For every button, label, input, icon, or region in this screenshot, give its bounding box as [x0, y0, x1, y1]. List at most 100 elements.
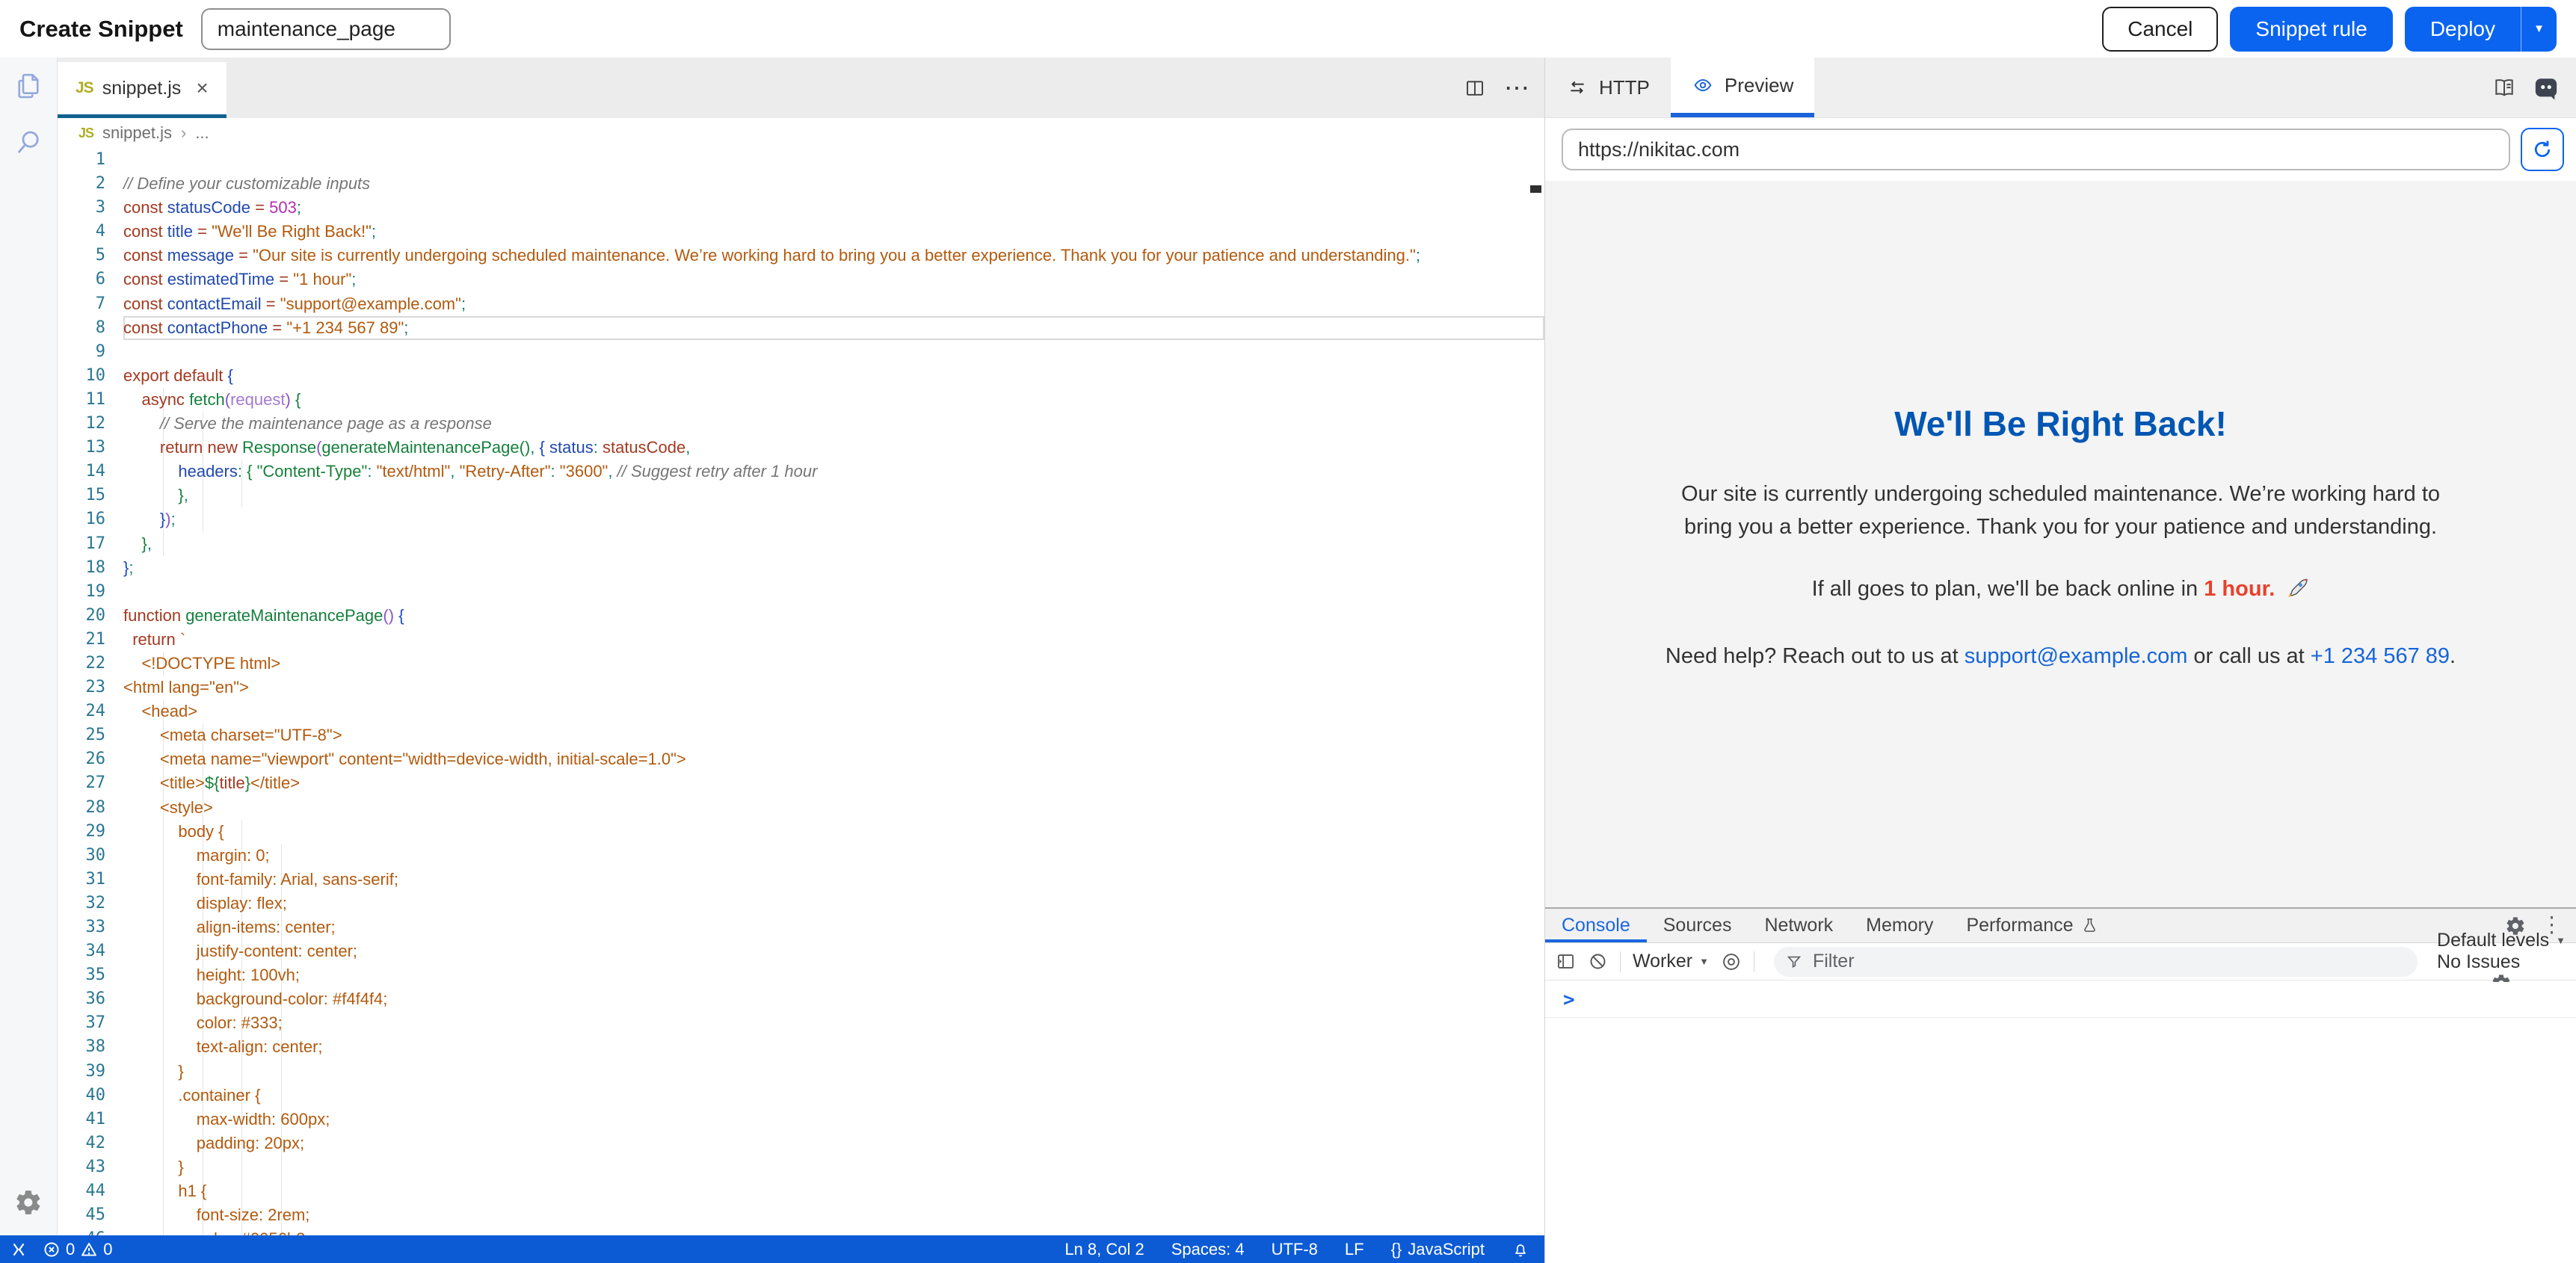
code-line[interactable]: 43 }: [58, 1155, 1544, 1179]
code-line[interactable]: 39 }: [58, 1060, 1544, 1084]
preview-pane: HTTP Preview We'll Be R: [1544, 58, 2576, 1263]
snippet-name-input[interactable]: [201, 8, 451, 50]
support-email-link[interactable]: support@example.com: [1965, 644, 2188, 668]
notifications-bell-icon[interactable]: [1512, 1241, 1529, 1259]
code-line[interactable]: 29 body {: [58, 820, 1544, 844]
code-line[interactable]: 36 background-color: #f4f4f4;: [58, 987, 1544, 1011]
code-line[interactable]: 33 align-items: center;: [58, 915, 1544, 939]
indentation-setting[interactable]: Spaces: 4: [1171, 1240, 1245, 1259]
code-line-content: });: [123, 507, 1544, 531]
code-line[interactable]: 8const contactPhone = "+1 234 567 89";: [58, 316, 1544, 340]
remote-indicator-icon[interactable]: [9, 1240, 28, 1259]
cancel-button[interactable]: Cancel: [2102, 7, 2218, 52]
code-line[interactable]: 1: [58, 148, 1544, 172]
code-line[interactable]: 40 .container {: [58, 1084, 1544, 1108]
code-line[interactable]: 21 return `: [58, 628, 1544, 652]
breadcrumb[interactable]: JS snippet.js › ...: [58, 118, 1544, 148]
docs-book-icon[interactable]: [2492, 76, 2516, 100]
code-line-content: <html lang="en">: [123, 676, 1544, 700]
code-line[interactable]: 12 // Serve the maintenance page as a re…: [58, 412, 1544, 436]
search-icon[interactable]: [0, 114, 57, 171]
language-mode[interactable]: {} JavaScript: [1391, 1240, 1485, 1259]
console-output[interactable]: >: [1545, 982, 2576, 1263]
code-line-content: color: #333;: [123, 1011, 1544, 1035]
code-line[interactable]: 2// Define your customizable inputs: [58, 172, 1544, 196]
code-line-content: h1 {: [123, 1179, 1544, 1203]
code-line[interactable]: 30 margin: 0;: [58, 844, 1544, 868]
code-line[interactable]: 18};: [58, 556, 1544, 580]
eol-setting[interactable]: LF: [1345, 1240, 1364, 1259]
code-line[interactable]: 37 color: #333;: [58, 1011, 1544, 1035]
devtools-tab-network[interactable]: Network: [1748, 909, 1849, 942]
code-editor[interactable]: 12// Define your customizable inputs3con…: [58, 148, 1544, 1235]
code-line[interactable]: 5const message = "Our site is currently …: [58, 244, 1544, 268]
code-line[interactable]: 20function generateMaintenancePage() {: [58, 604, 1544, 628]
issues-counter[interactable]: No Issues: [2437, 951, 2520, 972]
console-filter-input[interactable]: [1811, 950, 2406, 973]
devtools-tab-performance[interactable]: Performance: [1950, 909, 2114, 942]
tab-http[interactable]: HTTP: [1545, 58, 1671, 117]
clear-console-icon[interactable]: [1588, 951, 1608, 972]
code-line[interactable]: 45 font-size: 2rem;: [58, 1203, 1544, 1227]
code-line[interactable]: 16 });: [58, 507, 1544, 531]
code-line-content: .container {: [123, 1084, 1544, 1108]
code-line[interactable]: 35 height: 100vh;: [58, 963, 1544, 987]
cursor-position[interactable]: Ln 8, Col 2: [1064, 1240, 1144, 1259]
code-line[interactable]: 17 },: [58, 532, 1544, 556]
code-line[interactable]: 19: [58, 580, 1544, 604]
more-actions-icon[interactable]: ⋯: [1504, 75, 1529, 101]
phone-link[interactable]: +1 234 567 89: [2311, 644, 2450, 668]
code-line[interactable]: 7const contactEmail = "support@example.c…: [58, 292, 1544, 316]
devtools-tab-sources[interactable]: Sources: [1647, 909, 1748, 942]
code-line[interactable]: 41 max-width: 600px;: [58, 1108, 1544, 1131]
split-editor-icon[interactable]: [1464, 77, 1486, 99]
console-context-dropdown[interactable]: Worker ▼: [1633, 951, 1709, 972]
live-expression-eye-icon[interactable]: [1721, 951, 1742, 972]
deploy-dropdown-button[interactable]: ▼: [2521, 7, 2557, 52]
tab-preview[interactable]: Preview: [1671, 58, 1814, 117]
code-line[interactable]: 10export default {: [58, 364, 1544, 388]
files-icon[interactable]: [0, 58, 57, 114]
code-line[interactable]: 14 headers: { "Content-Type": "text/html…: [58, 460, 1544, 484]
problems-indicator[interactable]: 0 0: [43, 1240, 113, 1259]
console-prompt-row[interactable]: >: [1545, 982, 2576, 1018]
console-sidebar-icon[interactable]: [1556, 951, 1576, 972]
code-line[interactable]: 3const statusCode = 503;: [58, 196, 1544, 220]
code-line[interactable]: 28 <style>: [58, 796, 1544, 820]
log-levels-dropdown[interactable]: Default levels ▼: [2437, 930, 2566, 951]
code-line[interactable]: 38 text-align: center;: [58, 1035, 1544, 1059]
code-line[interactable]: 11 async fetch(request) {: [58, 388, 1544, 412]
code-line[interactable]: 44 h1 {: [58, 1179, 1544, 1203]
discord-icon[interactable]: [2533, 75, 2560, 101]
snippet-rule-button[interactable]: Snippet rule: [2230, 7, 2392, 52]
encoding-setting[interactable]: UTF-8: [1272, 1240, 1318, 1259]
settings-gear-icon[interactable]: [0, 1174, 57, 1231]
devtools-tab-console[interactable]: Console: [1545, 909, 1647, 942]
line-number: 7: [58, 292, 105, 316]
code-line[interactable]: 13 return new Response(generateMaintenan…: [58, 436, 1544, 460]
code-line[interactable]: 32 display: flex;: [58, 892, 1544, 915]
refresh-button[interactable]: [2521, 128, 2564, 171]
code-line[interactable]: 46 color: #0056b3;: [58, 1227, 1544, 1235]
devtools-tab-memory[interactable]: Memory: [1849, 909, 1950, 942]
code-line[interactable]: 15 },: [58, 484, 1544, 507]
code-line[interactable]: 27 <title>${title}</title>: [58, 771, 1544, 795]
deploy-button[interactable]: Deploy: [2405, 7, 2521, 52]
code-line[interactable]: 6const estimatedTime = "1 hour";: [58, 268, 1544, 291]
line-number: 23: [58, 676, 105, 700]
code-line[interactable]: 42 padding: 20px;: [58, 1131, 1544, 1155]
close-icon[interactable]: ×: [196, 78, 208, 99]
code-line[interactable]: 26 <meta name="viewport" content="width=…: [58, 747, 1544, 771]
tab-snippet-js[interactable]: JS snippet.js ×: [58, 62, 227, 118]
code-line[interactable]: 25 <meta charset="UTF-8">: [58, 723, 1544, 747]
code-line[interactable]: 4const title = "We'll Be Right Back!";: [58, 220, 1544, 244]
filter-funnel-icon: [1786, 954, 1802, 970]
line-number: 6: [58, 268, 105, 291]
code-line[interactable]: 9: [58, 340, 1544, 364]
code-line[interactable]: 34 justify-content: center;: [58, 939, 1544, 963]
code-line[interactable]: 31 font-family: Arial, sans-serif;: [58, 868, 1544, 892]
preview-url-input[interactable]: [1562, 129, 2510, 170]
code-line[interactable]: 22 <!DOCTYPE html>: [58, 652, 1544, 676]
code-line[interactable]: 24 <head>: [58, 700, 1544, 723]
code-line[interactable]: 23 <html lang="en">: [58, 676, 1544, 700]
